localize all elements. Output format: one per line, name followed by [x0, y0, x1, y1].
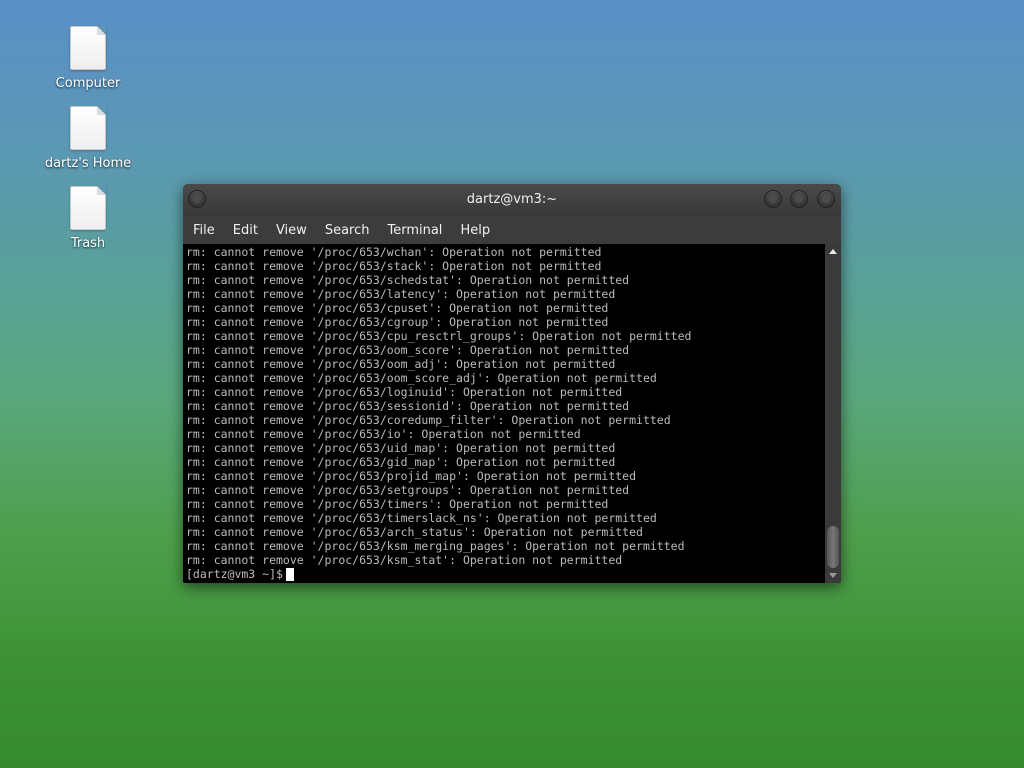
desktop-icon-computer[interactable]: Computer: [38, 26, 138, 91]
terminal-line: rm: cannot remove '/proc/653/setgroups':…: [186, 483, 630, 497]
text-cursor: [285, 567, 294, 581]
prompt-line[interactable]: [dartz@vm3 ~]$: [186, 567, 825, 581]
terminal-line: rm: cannot remove '/proc/653/ksm_merging…: [186, 539, 685, 553]
terminal-line: rm: cannot remove '/proc/653/wchan': Ope…: [186, 245, 602, 259]
menu-edit[interactable]: Edit: [233, 223, 268, 238]
terminal-line: rm: cannot remove '/proc/653/sessionid':…: [186, 399, 630, 413]
window-title: dartz@vm3:~: [466, 192, 558, 207]
terminal-line: rm: cannot remove '/proc/653/coredump_fi…: [186, 413, 671, 427]
maximize-icon[interactable]: [790, 190, 808, 208]
menu-search[interactable]: Search: [325, 223, 380, 238]
terminal-line: rm: cannot remove '/proc/653/ksm_stat': …: [186, 553, 623, 567]
terminal-line: rm: cannot remove '/proc/653/oom_adj': O…: [186, 357, 616, 371]
shell-prompt: [dartz@vm3 ~]$: [186, 567, 283, 581]
terminal-line: rm: cannot remove '/proc/653/stack': Ope…: [186, 259, 602, 273]
desktop: Computer dartz's Home Trash dartz@vm3:~ …: [0, 0, 1024, 768]
terminal-output[interactable]: rm: cannot remove '/proc/653/wchan': Ope…: [183, 244, 825, 583]
window-titlebar[interactable]: dartz@vm3:~: [183, 184, 841, 216]
terminal-line: rm: cannot remove '/proc/653/arch_status…: [186, 525, 643, 539]
terminal-line: rm: cannot remove '/proc/653/schedstat':…: [186, 273, 630, 287]
desktop-icon-label: Computer: [55, 76, 121, 91]
file-icon: [70, 186, 106, 230]
terminal-line: rm: cannot remove '/proc/653/io': Operat…: [186, 427, 581, 441]
desktop-icon-home[interactable]: dartz's Home: [38, 106, 138, 171]
terminal-line: rm: cannot remove '/proc/653/oom_score':…: [186, 343, 630, 357]
scroll-thumb[interactable]: [827, 526, 839, 568]
scroll-up-icon[interactable]: [829, 249, 837, 254]
scroll-down-icon[interactable]: [829, 573, 837, 578]
terminal-line: rm: cannot remove '/proc/653/latency': O…: [186, 287, 616, 301]
menu-terminal[interactable]: Terminal: [387, 223, 452, 238]
terminal-line: rm: cannot remove '/proc/653/projid_map'…: [186, 469, 637, 483]
terminal-line: rm: cannot remove '/proc/653/uid_map': O…: [186, 441, 616, 455]
terminal-line: rm: cannot remove '/proc/653/gid_map': O…: [186, 455, 616, 469]
file-icon: [70, 106, 106, 150]
menubar: File Edit View Search Terminal Help: [183, 216, 841, 244]
terminal-line: rm: cannot remove '/proc/653/timerslack_…: [186, 511, 657, 525]
terminal-line: rm: cannot remove '/proc/653/timers': Op…: [186, 497, 609, 511]
terminal-window: dartz@vm3:~ File Edit View Search Termin…: [183, 184, 841, 583]
menu-view[interactable]: View: [276, 223, 317, 238]
menu-file[interactable]: File: [193, 223, 225, 238]
close-icon[interactable]: [817, 190, 835, 208]
desktop-icon-trash[interactable]: Trash: [38, 186, 138, 251]
minimize-icon[interactable]: [764, 190, 782, 208]
terminal-line: rm: cannot remove '/proc/653/cpuset': Op…: [186, 301, 609, 315]
desktop-icon-label: Trash: [70, 236, 106, 251]
file-icon: [70, 26, 106, 70]
desktop-icon-label: dartz's Home: [44, 156, 132, 171]
terminal-line: rm: cannot remove '/proc/653/oom_score_a…: [186, 371, 657, 385]
terminal-line: rm: cannot remove '/proc/653/cgroup': Op…: [186, 315, 609, 329]
terminal-line: rm: cannot remove '/proc/653/loginuid': …: [186, 385, 623, 399]
terminal-line: rm: cannot remove '/proc/653/cpu_resctrl…: [186, 329, 692, 343]
menu-help[interactable]: Help: [460, 223, 500, 238]
vertical-scrollbar[interactable]: [825, 244, 841, 583]
